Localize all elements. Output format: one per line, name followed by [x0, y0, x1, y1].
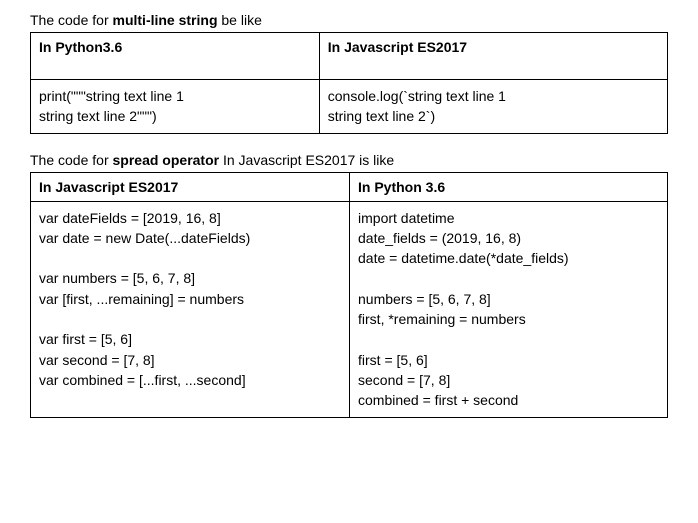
table-header-row: In Python3.6 In Javascript ES2017	[31, 33, 668, 80]
table-multiline: In Python3.6 In Javascript ES2017 print(…	[30, 32, 668, 134]
code-cell-right: import datetime date_fields = (2019, 16,…	[350, 201, 668, 417]
table-spread: In Javascript ES2017 In Python 3.6 var d…	[30, 172, 668, 418]
intro-prefix: The code for	[30, 12, 113, 28]
code-cell-left: var dateFields = [2019, 16, 8] var date …	[31, 201, 350, 417]
intro-bold: multi-line string	[113, 12, 218, 28]
intro-text-1: The code for multi-line string be like	[30, 12, 668, 28]
section-multiline: The code for multi-line string be like I…	[30, 12, 668, 134]
table-row: print("""string text line 1 string text …	[31, 80, 668, 134]
section-spread: The code for spread operator In Javascri…	[30, 152, 668, 418]
table-header-row: In Javascript ES2017 In Python 3.6	[31, 172, 668, 201]
header-right: In Python 3.6	[350, 172, 668, 201]
header-right: In Javascript ES2017	[319, 33, 667, 80]
intro-suffix: In Javascript ES2017 is like	[219, 152, 394, 168]
intro-bold: spread operator	[113, 152, 220, 168]
header-left: In Python3.6	[31, 33, 320, 80]
header-left: In Javascript ES2017	[31, 172, 350, 201]
code-cell-right: console.log(`string text line 1 string t…	[319, 80, 667, 134]
table-row: var dateFields = [2019, 16, 8] var date …	[31, 201, 668, 417]
intro-suffix: be like	[218, 12, 262, 28]
intro-text-2: The code for spread operator In Javascri…	[30, 152, 668, 168]
code-cell-left: print("""string text line 1 string text …	[31, 80, 320, 134]
intro-prefix: The code for	[30, 152, 113, 168]
